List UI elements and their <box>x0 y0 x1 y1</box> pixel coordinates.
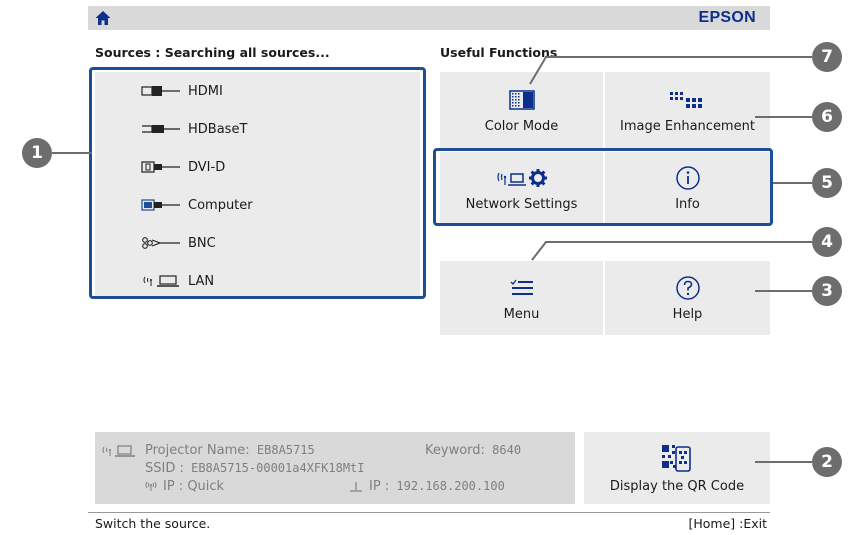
callout-6: 6 <box>812 102 842 132</box>
callout-7: 7 <box>812 42 842 72</box>
tile-help[interactable]: Help <box>605 261 770 335</box>
callout-3-leader <box>755 290 812 292</box>
callout-4-diagonal <box>531 241 547 261</box>
callout-7-diagonal <box>529 56 547 85</box>
image-enhancement-icon <box>669 91 702 108</box>
callout-5-leader <box>773 182 812 184</box>
footer-divider <box>88 512 770 513</box>
network-highlight-frame <box>433 148 773 226</box>
qr-label: Display the QR Code <box>609 478 745 494</box>
callout-1: 1 <box>22 138 52 168</box>
sources-title: Sources : <box>95 45 161 60</box>
callout-2: 2 <box>812 447 842 477</box>
callout-2-leader <box>755 461 812 463</box>
ssid-value: EB8A5715-00001a4XFK18MtI <box>191 461 365 475</box>
tile-label: Menu <box>503 306 540 322</box>
qr-code-icon <box>662 444 691 472</box>
brand-logo: EPSON <box>698 9 756 26</box>
wired-icon <box>350 482 362 492</box>
wired-ip-value: 192.168.200.100 <box>396 479 505 493</box>
menu-icon <box>510 279 533 295</box>
lan-icon <box>102 445 135 457</box>
tile-label: Color Mode <box>484 118 559 134</box>
tile-label: Help <box>672 306 703 322</box>
wireless-icon <box>145 481 157 491</box>
footer-hint: Switch the source. <box>95 516 211 531</box>
projector-name-label: Projector Name: <box>145 443 250 458</box>
callout-4-leader <box>545 241 812 243</box>
callout-6-leader <box>755 116 812 118</box>
callout-7-leader <box>545 56 812 58</box>
tile-menu[interactable]: Menu <box>440 261 603 335</box>
help-icon <box>675 275 700 300</box>
home-icon[interactable] <box>94 9 112 27</box>
top-bar: EPSON <box>88 6 770 30</box>
keyword-label: Keyword: <box>425 443 485 458</box>
tile-color-mode[interactable]: Color Mode <box>440 72 603 148</box>
color-mode-icon <box>508 89 535 110</box>
sources-highlight-frame <box>89 67 426 299</box>
callout-5: 5 <box>812 168 842 198</box>
sources-status: Searching all sources... <box>164 45 330 60</box>
network-info-panel: Projector Name: EB8A5715 Keyword: 8640 S… <box>95 432 575 504</box>
wireless-ip-label: IP : Quick <box>163 479 225 494</box>
callout-1-leader <box>52 152 92 154</box>
display-qr-code-button[interactable]: Display the QR Code <box>584 432 770 504</box>
tile-image-enhancement[interactable]: Image Enhancement <box>605 72 770 148</box>
sources-header: Sources : Searching all sources... <box>95 45 330 60</box>
callout-3: 3 <box>812 276 842 306</box>
footer-exit-hint: [Home] :Exit <box>688 516 767 531</box>
keyword-value: 8640 <box>492 443 522 457</box>
ssid-label: SSID : <box>145 461 184 476</box>
tile-label: Image Enhancement <box>620 118 755 134</box>
wired-ip-label: IP : <box>369 479 390 494</box>
projector-name-value: EB8A5715 <box>256 443 315 457</box>
callout-4: 4 <box>812 227 842 257</box>
